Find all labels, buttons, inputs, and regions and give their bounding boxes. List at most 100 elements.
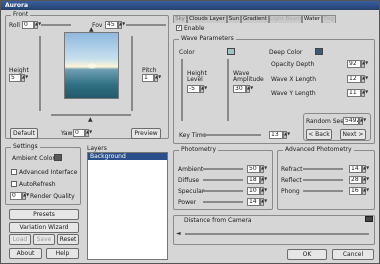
height-slider[interactable] — [39, 36, 41, 111]
key-time-slider[interactable] — [201, 134, 261, 136]
ambient-slider[interactable] — [203, 168, 243, 170]
preview-button[interactable]: Preview — [131, 128, 161, 139]
presets-button[interactable]: Presets — [9, 209, 79, 220]
roll-slider[interactable] — [41, 24, 71, 26]
height-input[interactable]: 5 — [9, 74, 21, 82]
refract-input[interactable]: 14 — [349, 165, 362, 173]
roll-input[interactable]: 0 — [22, 21, 34, 29]
render-quality-spinner[interactable]: ▲▼ — [22, 192, 29, 200]
default-button[interactable]: Default — [10, 128, 38, 139]
up-arrow-icon[interactable]: ▲ — [89, 27, 94, 33]
load-button[interactable]: Load — [9, 234, 31, 245]
pitch-input[interactable]: 1 — [142, 74, 154, 82]
tab-sun[interactable]: Sun — [227, 15, 241, 23]
tab-clouds-layer[interactable]: Clouds Layer — [187, 15, 227, 23]
autorefresh-checkbox[interactable] — [11, 181, 17, 187]
height-spinner[interactable]: ▲▼ — [21, 74, 28, 82]
yaw-thumb-icon[interactable]: ▲ — [88, 117, 93, 123]
enable-label: Enable — [184, 25, 205, 32]
enable-checkbox[interactable]: ✓ — [176, 25, 182, 31]
phong-input[interactable]: 16 — [349, 187, 362, 195]
ambient-input[interactable]: 50 — [247, 165, 260, 173]
pitch-slider[interactable] — [131, 36, 133, 111]
reflect-label: Reflect — [281, 177, 302, 184]
roll-spinner[interactable]: ▲▼ — [34, 21, 41, 29]
fov-slider[interactable] — [126, 24, 166, 26]
back-button[interactable]: < Back — [306, 129, 332, 140]
refract-spinner[interactable]: ▲▼ — [362, 165, 369, 173]
deep-color-swatch[interactable] — [315, 48, 323, 55]
camera-preview-image — [64, 32, 119, 99]
opacity-depth-input[interactable]: 92 — [347, 60, 361, 68]
wave-x-length-input[interactable]: 12 — [347, 75, 361, 83]
key-time-input[interactable]: 13 — [269, 131, 283, 139]
deep-color-label: Deep Color — [269, 49, 303, 56]
tab-light-beams[interactable]: Light Beams — [269, 15, 302, 23]
tab-sky[interactable]: Sky — [173, 15, 187, 23]
reset-button[interactable]: Reset — [57, 234, 79, 245]
power-input[interactable]: 14 — [247, 198, 260, 206]
ok-button[interactable]: OK — [287, 249, 327, 260]
yaw-input[interactable]: 0 — [73, 129, 85, 137]
water-color-swatch[interactable] — [227, 48, 235, 55]
cancel-button[interactable]: Cancel — [332, 249, 374, 260]
diffuse-label: Diffuse — [178, 177, 200, 184]
specular-spinner[interactable]: ▲▼ — [260, 187, 267, 195]
about-button[interactable]: About — [9, 248, 42, 259]
ambient-label: Ambient — [178, 166, 204, 173]
opacity-depth-spinner[interactable]: ▲▼ — [361, 60, 368, 68]
ambient-spinner[interactable]: ▲▼ — [260, 165, 267, 173]
yaw-spinner[interactable]: ▲▼ — [85, 129, 92, 137]
fov-spinner[interactable]: ▲▼ — [118, 21, 125, 29]
next-button[interactable]: Next > — [340, 129, 366, 140]
phong-slider[interactable] — [303, 190, 343, 192]
diffuse-input[interactable]: 18 — [247, 176, 260, 184]
wave-amplitude-slider[interactable] — [227, 59, 229, 121]
ambient-color-swatch[interactable] — [54, 154, 62, 161]
tab-water[interactable]: Water — [302, 15, 322, 23]
diffuse-spinner[interactable]: ▲▼ — [260, 176, 267, 184]
reflect-slider[interactable] — [303, 179, 343, 181]
wave-amplitude-input[interactable]: 30 — [233, 85, 246, 93]
wave-y-length-input[interactable]: 11 — [347, 89, 361, 97]
power-slider[interactable] — [203, 201, 243, 203]
opacity-depth-label: Opacity Depth — [271, 61, 315, 68]
power-spinner[interactable]: ▲▼ — [260, 198, 267, 206]
pitch-spinner[interactable]: ▲▼ — [154, 74, 161, 82]
camera-icon[interactable] — [365, 216, 373, 222]
specular-slider[interactable] — [203, 190, 243, 192]
render-quality-input[interactable]: 0 — [10, 192, 22, 200]
wave-x-length-label: Wave X Length — [271, 76, 317, 83]
height-level-spinner[interactable]: ▲▼ — [200, 85, 207, 93]
random-seed-input[interactable]: 5492 — [343, 117, 359, 125]
wave-amplitude-spinner[interactable]: ▲▼ — [246, 85, 253, 93]
fov-input[interactable]: 45 — [105, 21, 118, 29]
height-level-input[interactable]: -5 — [187, 85, 200, 93]
layers-list[interactable]: Background — [87, 152, 168, 260]
autorefresh-label: AutoRefresh — [19, 181, 56, 188]
distance-slider[interactable] — [185, 233, 369, 235]
layer-item-background[interactable]: Background — [88, 153, 167, 160]
key-time-spinner[interactable]: ▲▼ — [283, 131, 290, 139]
save-button[interactable]: Save — [33, 234, 55, 245]
random-seed-spinner[interactable]: ▲▼ — [359, 117, 366, 125]
random-seed-label: Random Seed — [306, 118, 348, 125]
specular-input[interactable]: 10 — [247, 187, 260, 195]
advanced-interface-checkbox[interactable] — [11, 169, 17, 175]
reflect-input[interactable]: 28 — [349, 176, 362, 184]
wave-y-length-spinner[interactable]: ▲▼ — [361, 89, 368, 97]
front-group-title: Front — [11, 11, 31, 19]
help-button[interactable]: Help — [46, 248, 79, 259]
variation-wizard-button[interactable]: Variation Wizard — [9, 222, 79, 233]
tab-gradient[interactable]: Gradient — [241, 15, 269, 23]
reflect-spinner[interactable]: ▲▼ — [362, 176, 369, 184]
phong-spinner[interactable]: ▲▼ — [362, 187, 369, 195]
distance-marker-icon[interactable]: ◄ — [176, 231, 181, 237]
wave-x-length-spinner[interactable]: ▲▼ — [361, 75, 368, 83]
height-level-slider[interactable] — [181, 59, 183, 121]
tab-fog[interactable]: Fog — [322, 15, 336, 23]
specular-label: Specular — [178, 188, 205, 195]
refract-label: Refract — [281, 166, 303, 173]
diffuse-slider[interactable] — [203, 179, 243, 181]
refract-slider[interactable] — [303, 168, 343, 170]
